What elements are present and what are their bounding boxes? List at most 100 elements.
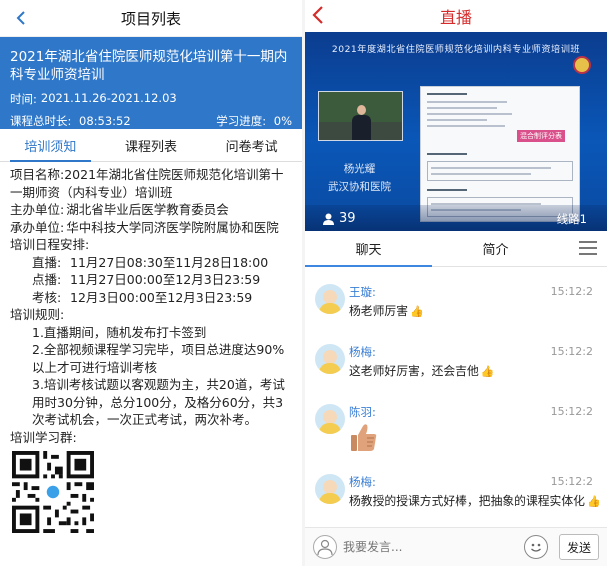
project-header: 项目列表 (0, 0, 302, 37)
slide-tag: 混合制评分表 (517, 130, 565, 142)
message-time: 15:12:2 (550, 285, 593, 298)
rule-item: 1.直播期间，随机发布打卡签到 (32, 324, 207, 340)
tab-notice[interactable]: 培训须知 (0, 129, 101, 162)
video-player[interactable]: 2021年度湖北省住院医师规范化培训内科专业师资培训班 混合制评分表 杨光耀 武… (305, 32, 607, 231)
message-time: 15:12:2 (550, 475, 593, 488)
project-name-key: 项目名称: (10, 167, 65, 182)
speaker-org: 武汉协和医院 (328, 181, 391, 193)
duration-value: 08:53:52 (79, 114, 131, 128)
back-button[interactable] (311, 4, 333, 28)
time-value: 2021.11.26-2021.12.03 (40, 91, 177, 105)
avatar (315, 284, 345, 314)
time-label: 时间: (10, 92, 37, 106)
group-title: 培训学习群: (10, 429, 77, 445)
speaker-info: 杨光耀 武汉协和医院 (312, 160, 407, 196)
chevron-left-icon (312, 6, 323, 24)
host-key: 承办单位: (10, 219, 65, 235)
rules-title: 培训规则: (10, 307, 65, 322)
chat-message: 杨梅: 15:12:2 这老师好厉害，还会吉他 👍 (305, 342, 607, 400)
schedule-item: 考核: 12月3日00:00至12月3日23:59 (10, 289, 292, 307)
tab-exam[interactable]: 问卷考试 (201, 129, 302, 161)
user-icon[interactable] (313, 535, 337, 559)
training-notice: 项目名称:2021年湖北省住院医师规范化培训第十一期师资（内科专业）培训班 主办… (0, 162, 302, 538)
lecturer-head (357, 105, 366, 115)
video-banner: 2021年度湖北省住院医师规范化培训内科专业师资培训班 (331, 44, 581, 55)
qr-code (12, 451, 94, 533)
back-button[interactable] (10, 7, 32, 29)
duration: 课程总时长: 08:53:52 (10, 113, 131, 129)
project-title: 2021年湖北省住院医师规范化培训第十一期内科专业师资培训 (10, 49, 288, 83)
emblem-logo (573, 56, 591, 74)
sender-name: 杨梅: (349, 475, 376, 489)
schedule-item: 直播: 11月27日08:30至11月28日18:00 (10, 254, 292, 272)
message-text: 这老师好厉害，还会吉他 (349, 364, 479, 378)
person-icon (323, 213, 334, 225)
chat-input[interactable] (343, 535, 517, 559)
speaker-name: 杨光耀 (343, 163, 376, 175)
chat-message: 杨梅: 15:12:2 杨教授的授课方式好棒，把抽象的课程实体化 👍 (305, 470, 607, 528)
emoji-icon[interactable] (524, 535, 548, 559)
notice-host: 承办单位: 华中科技大学同济医学院附属协和医院 (10, 219, 292, 237)
thumbs-up-icon: 👍 (586, 495, 601, 508)
chat-message: 陈羽: 15:12:2 (305, 402, 607, 468)
organizer-value: 湖北省毕业后医学教育委员会 (66, 202, 229, 217)
message-text-row: 杨教授的授课方式好棒，把抽象的课程实体化 👍 (349, 492, 601, 509)
notice-project-name: 项目名称:2021年湖北省住院医师规范化培训第十一期师资（内科专业）培训班 (10, 166, 292, 201)
message-time: 15:12:2 (550, 345, 593, 358)
notice-organizer: 主办单位: 湖北省毕业后医学教育委员会 (10, 201, 292, 219)
thumbs-up-icon: 👍 (480, 365, 495, 378)
project-time: 时间: 2021.11.26-2021.12.03 (10, 91, 292, 107)
viewer-number: 39 (339, 211, 356, 226)
tab-intro[interactable]: 简介 (432, 231, 559, 266)
rule-item: 3.培训考核试题以客观题为主，共20道，考试用时30分钟，总分100分，及格分6… (32, 377, 285, 427)
project-tabs: 培训须知 课程列表 问卷考试 (0, 129, 302, 162)
progress-label: 学习进度: (216, 114, 267, 128)
avatar (315, 404, 345, 434)
progress-value: 0% (273, 114, 292, 128)
rule-item: 2.全部视频课程学习完毕，项目总进度达90%以上才可进行培训考核 (32, 342, 285, 375)
schedule-key: 考核: (32, 289, 62, 305)
page-title: 项目列表 (120, 9, 181, 28)
project-banner: 2021年湖北省住院医师规范化培训第十一期内科专业师资培训 时间: 2021.1… (0, 37, 302, 129)
live-tabs: 聊天 简介 (305, 231, 607, 267)
schedule-value: 12月3日00:00至12月3日23:59 (70, 289, 253, 305)
host-value: 华中科技大学同济医学院附属协和医院 (66, 219, 279, 235)
live-panel: 直播 2021年度湖北省住院医师规范化培训内科专业师资培训班 混合制评分表 杨光… (305, 0, 607, 566)
schedule-item: 点播: 11月27日00:00至12月3日23:59 (10, 271, 292, 289)
user-glyph (317, 539, 333, 556)
schedule-key: 直播: (32, 254, 62, 270)
project-panel: 项目列表 2021年湖北省住院医师规范化培训第十一期内科专业师资培训 时间: 2… (0, 0, 302, 566)
sender-name: 杨梅: (349, 345, 376, 359)
chevron-left-icon (16, 11, 25, 25)
message-text-row: 杨老师厉害 👍 (349, 302, 597, 319)
thumbs-up-sticker-icon (351, 424, 377, 451)
tab-courses[interactable]: 课程列表 (101, 129, 202, 161)
lecturer-body (352, 115, 371, 140)
organizer-key: 主办单位: (10, 202, 65, 217)
lecturer-camera (318, 91, 403, 141)
sender-name: 王璇: (349, 285, 376, 299)
schedule-value: 11月27日00:00至12月3日23:59 (70, 272, 261, 287)
chat-list: 王璇: 15:12:2 杨老师厉害 👍 杨梅: 15:12:2 这老师好厉害，还会… (305, 270, 607, 527)
message-text: 杨老师厉害 (349, 304, 408, 318)
line-selector-button[interactable]: 线路1 (549, 210, 595, 228)
send-button[interactable]: 发送 (559, 534, 599, 560)
live-header: 直播 (305, 0, 607, 32)
tab-chat[interactable]: 聊天 (305, 231, 432, 267)
menu-icon[interactable] (579, 241, 597, 257)
schedule-title: 培训日程安排: (10, 237, 90, 252)
chat-input-bar: 发送 (305, 527, 607, 566)
message-text: 杨教授的授课方式好棒，把抽象的课程实体化 (349, 494, 585, 508)
duration-label: 课程总时长: (10, 114, 72, 128)
sender-name: 陈羽: (349, 405, 376, 419)
avatar (315, 474, 345, 504)
thumbs-up-icon: 👍 (410, 305, 424, 318)
progress: 学习进度: 0% (216, 113, 292, 129)
chat-message: 王璇: 15:12:2 杨老师厉害 👍 (305, 282, 607, 340)
project-stats: 课程总时长: 08:53:52 学习进度: 0% (10, 113, 292, 129)
presentation-slide: 混合制评分表 (420, 86, 580, 222)
page-title: 直播 (439, 8, 472, 27)
schedule-value: 11月27日08:30至11月28日18:00 (70, 254, 269, 270)
avatar (315, 344, 345, 374)
smiley-glyph (531, 543, 541, 552)
